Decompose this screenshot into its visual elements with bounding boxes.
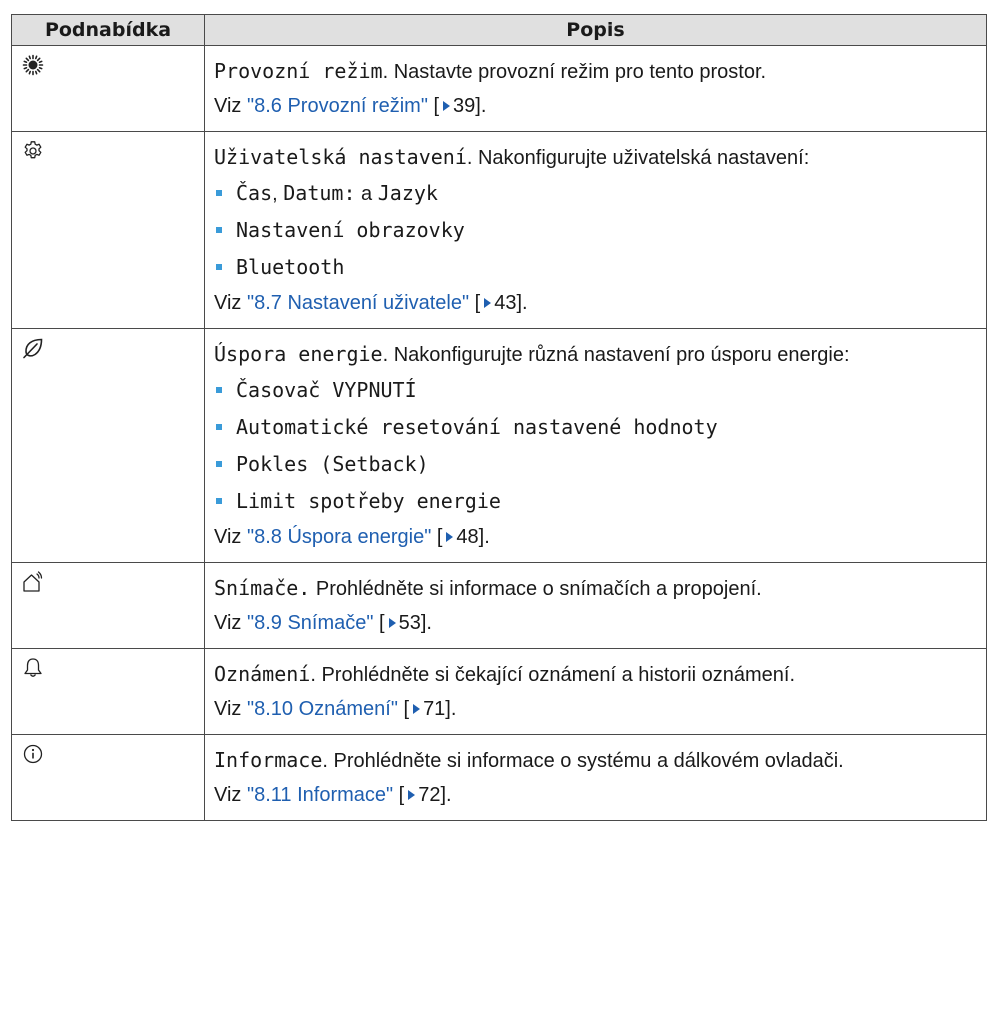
reference-link[interactable]: "8.10 Oznámení" [247,698,398,720]
bullet-icon [216,227,222,233]
menu-title: Informace [214,748,323,772]
bullet-list: Časovač VYPNUTÍ Automatické resetování n… [214,372,978,520]
bullet-icon [216,424,222,430]
bullet-icon [216,264,222,270]
list-item: Pokles (Setback) [214,446,978,483]
description-cell: Uživatelská nastavení. Nakonfigurujte už… [204,131,987,329]
description-cell: Informace. Prohlédněte si informace o sy… [204,734,987,821]
arrow-right-icon [388,618,396,629]
icon-cell [11,648,205,735]
arrow-right-icon [443,101,451,112]
bullet-icon [216,498,222,504]
arrow-right-icon [484,298,492,309]
menu-title: Oznámení [214,662,311,686]
description-cell: Snímače. Prohlédněte si informace o sním… [204,562,987,649]
info-icon [22,743,44,765]
see-reference: Viz "8.11 Informace" [72]. [214,784,452,806]
icon-cell [11,562,205,649]
menu-title: Uživatelská nastavení [214,145,467,169]
reference-link[interactable]: "8.11 Informace" [247,784,393,806]
bullet-list: Čas, Datum: a Jazyk Nastavení obrazovky … [214,175,978,286]
gear-icon [22,140,44,162]
icon-cell [11,734,205,821]
description-text: Oznámení. Prohlédněte si čekající oznáme… [214,662,796,686]
reference-link[interactable]: "8.9 Snímače" [247,612,373,634]
see-reference: Viz "8.7 Nastavení uživatele" [43]. [214,292,528,314]
home-sensor-icon [22,571,44,593]
see-reference: Viz "8.9 Snímače" [53]. [214,612,432,634]
submenu-table: Podnabídka Popis Provozní režim. Nastavt… [11,14,987,821]
list-item: Časovač VYPNUTÍ [214,372,978,409]
description-cell: Úspora energie. Nakonfigurujte různá nas… [204,328,987,563]
menu-title: Snímače. [214,576,311,600]
see-reference: Viz "8.10 Oznámení" [71]. [214,698,457,720]
arrow-right-icon [413,704,421,715]
table-row: Provozní režim. Nastavte provozní režim … [11,45,987,132]
icon-cell [11,131,205,329]
list-item: Bluetooth [214,249,978,286]
header-submenu: Podnabídka [11,14,205,46]
reference-link[interactable]: "8.8 Úspora energie" [247,526,431,548]
description-text: Snímače. Prohlédněte si informace o sním… [214,576,762,600]
description-text: Provozní režim. Nastavte provozní režim … [214,59,767,83]
bullet-icon [216,190,222,196]
arrow-right-icon [446,532,454,543]
reference-link[interactable]: "8.7 Nastavení uživatele" [247,292,469,314]
bell-icon [22,657,44,679]
table-header-row: Podnabídka Popis [11,14,987,46]
description-cell: Oznámení. Prohlédněte si čekající oznáme… [204,648,987,735]
sun-icon [22,54,44,76]
table-row: Informace. Prohlédněte si informace o sy… [11,734,987,821]
menu-title: Úspora energie [214,342,383,366]
list-item: Nastavení obrazovky [214,212,978,249]
description-cell: Provozní režim. Nastavte provozní režim … [204,45,987,132]
table-row: Úspora energie. Nakonfigurujte různá nas… [11,328,987,563]
see-reference: Viz "8.6 Provozní režim" [39]. [214,95,487,117]
table-row: Uživatelská nastavení. Nakonfigurujte už… [11,131,987,329]
reference-link[interactable]: "8.6 Provozní režim" [247,95,428,117]
table-row: Snímače. Prohlédněte si informace o sním… [11,562,987,649]
description-text: Uživatelská nastavení. Nakonfigurujte už… [214,145,810,169]
list-item: Limit spotřeby energie [214,483,978,520]
menu-title: Provozní režim [214,59,383,83]
icon-cell [11,45,205,132]
description-text: Informace. Prohlédněte si informace o sy… [214,748,844,772]
list-item: Čas, Datum: a Jazyk [214,175,978,212]
see-reference: Viz "8.8 Úspora energie" [48]. [214,526,490,548]
description-text: Úspora energie. Nakonfigurujte různá nas… [214,342,850,366]
header-description: Popis [204,14,987,46]
icon-cell [11,328,205,563]
arrow-right-icon [408,790,416,801]
list-item: Automatické resetování nastavené hodnoty [214,409,978,446]
bullet-icon [216,387,222,393]
leaf-icon [22,337,44,359]
table-row: Oznámení. Prohlédněte si čekající oznáme… [11,648,987,735]
bullet-icon [216,461,222,467]
